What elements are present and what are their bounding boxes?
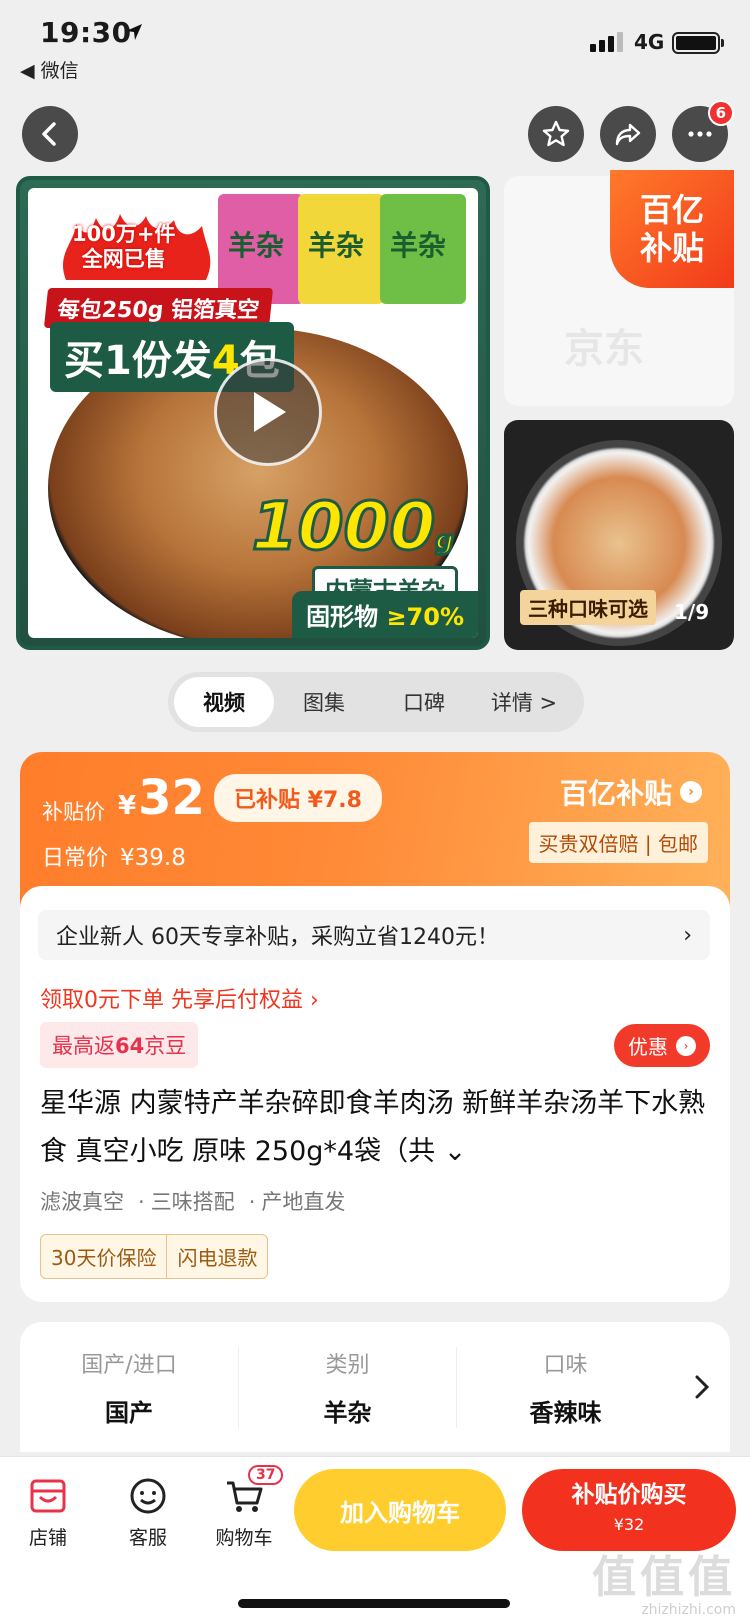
more-button[interactable]: 6 [672,100,734,162]
share-button[interactable] [600,106,656,162]
guarantee-tag: 买贵双倍赔 | 包邮 [528,822,708,863]
message-badge: 6 [707,100,734,126]
chevron-right-icon: › [683,922,692,948]
battery-icon [672,32,720,54]
battery-cap [721,39,724,47]
status-bar: 19:30 ◀ 微信 4G [0,0,750,88]
subsidized-amount-badge: 已补贴 ¥7.8 [214,774,382,822]
tab-video[interactable]: 视频 [174,677,274,727]
product-info-card: 企业新人 60天专享补贴，采购立省1240元！ › 领取0元下单 先享后付权益 ›… [20,886,730,1302]
product-main-image[interactable]: 羊杂 羊杂 羊杂 100万+件 全网已售 每包250g 铝箔真空 买1份发4包 … [16,176,490,650]
price-protection-tag: 30天价保险 [51,1246,157,1270]
daily-price: 日常价 ¥39.8 [42,845,186,871]
tab-gallery[interactable]: 图集 [274,677,374,727]
solid-content-tag: 固形物 ≥70% [292,591,478,638]
attribute-origin: 国产/进口 国产 [81,1352,177,1427]
chevron-right-icon: › [680,781,702,803]
sold-badge: 100万+件 全网已售 [72,222,176,271]
feature-item: 三味搭配 [138,1186,235,1216]
attribute-category: 类别 羊杂 [238,1346,456,1428]
feature-item: 滤波真空 [40,1190,124,1214]
attribute-flavor: 口味 香辣味 [456,1346,674,1428]
hero-background: 羊杂 羊杂 羊杂 100万+件 全网已售 每包250g 铝箔真空 买1份发4包 … [28,188,478,638]
home-indicator [238,1599,510,1608]
clock: 19:30 [40,16,132,49]
feature-item: 产地直发 [249,1186,345,1216]
signal-icon [590,32,623,52]
package-yellow: 羊杂 [298,194,384,304]
subsidy-price-label: 补贴价 [42,800,105,824]
subsidy-price: ¥32 [118,770,205,826]
billion-subsidy-link[interactable]: 百亿补贴 › [560,772,702,812]
customer-service-button[interactable]: 客服 [108,1475,188,1550]
flavor-thumbnail[interactable]: 三种口味可选 1/9 [504,420,734,650]
jd-bean-tag: 最高返64京豆 [40,1022,199,1068]
cart-count-badge: 37 [248,1465,284,1485]
chevron-right-icon [695,1375,710,1399]
tab-reviews[interactable]: 口碑 [374,677,474,727]
attributes-card[interactable]: 国产/进口 国产 类别 羊杂 口味 香辣味 [20,1322,730,1452]
attributes-more-button[interactable] [674,1373,730,1401]
expand-chevron-icon[interactable]: ⌄ [444,1136,467,1167]
feature-list: 滤波真空 三味搭配 产地直发 [40,1186,345,1216]
flavor-caption: 三种口味可选 [520,590,656,625]
media-tab-bar: 视频 图集 口碑 详情 > [168,672,584,732]
store-icon [30,1479,66,1513]
pay-later-link[interactable]: 领取0元下单 先享后付权益 › [40,982,319,1014]
tab-details[interactable]: 详情 > [474,677,574,727]
chevron-left-icon [42,122,56,146]
network-type: 4G [634,30,665,54]
chevron-right-icon: › [676,1035,696,1056]
back-to-wechat-link[interactable]: ◀ 微信 [20,56,79,83]
jd-watermark: 京东 [564,326,644,372]
image-counter: 1/9 [674,600,710,624]
promo-button[interactable]: 优惠 › [614,1024,710,1067]
weight-label: 1000g [250,487,455,567]
buy-now-button[interactable]: 补贴价购买 ¥32 [522,1469,736,1551]
chat-smile-icon [130,1478,166,1514]
play-icon [254,392,286,432]
location-arrow-icon [126,24,142,40]
enterprise-notice-bar[interactable]: 企业新人 60天专享补贴，采购立省1240元！ › [38,910,710,960]
package-green: 羊杂 [380,194,466,304]
star-icon [542,120,570,147]
favorite-button[interactable] [528,106,584,162]
warranty-tags[interactable]: 30天价保险 闪电退款 [40,1234,269,1279]
billion-subsidy-badge: 百亿 补贴 [610,170,734,288]
share-icon [615,123,641,146]
more-dots-icon [688,131,712,137]
product-title[interactable]: 星华源 内蒙特产羊杂碎即食羊肉汤 新鲜羊杂汤羊下水熟食 真空小吃 原味 250g… [40,1080,712,1176]
site-watermark: 值值值 zhizhizhi.com [592,1552,736,1619]
fast-refund-tag: 闪电退款 [166,1235,267,1278]
cart-button[interactable]: 购物车 37 [204,1465,284,1550]
play-video-button[interactable] [214,358,322,466]
add-to-cart-button[interactable]: 加入购物车 [294,1469,506,1551]
back-button[interactable] [22,106,78,162]
store-button[interactable]: 店铺 [8,1475,88,1550]
